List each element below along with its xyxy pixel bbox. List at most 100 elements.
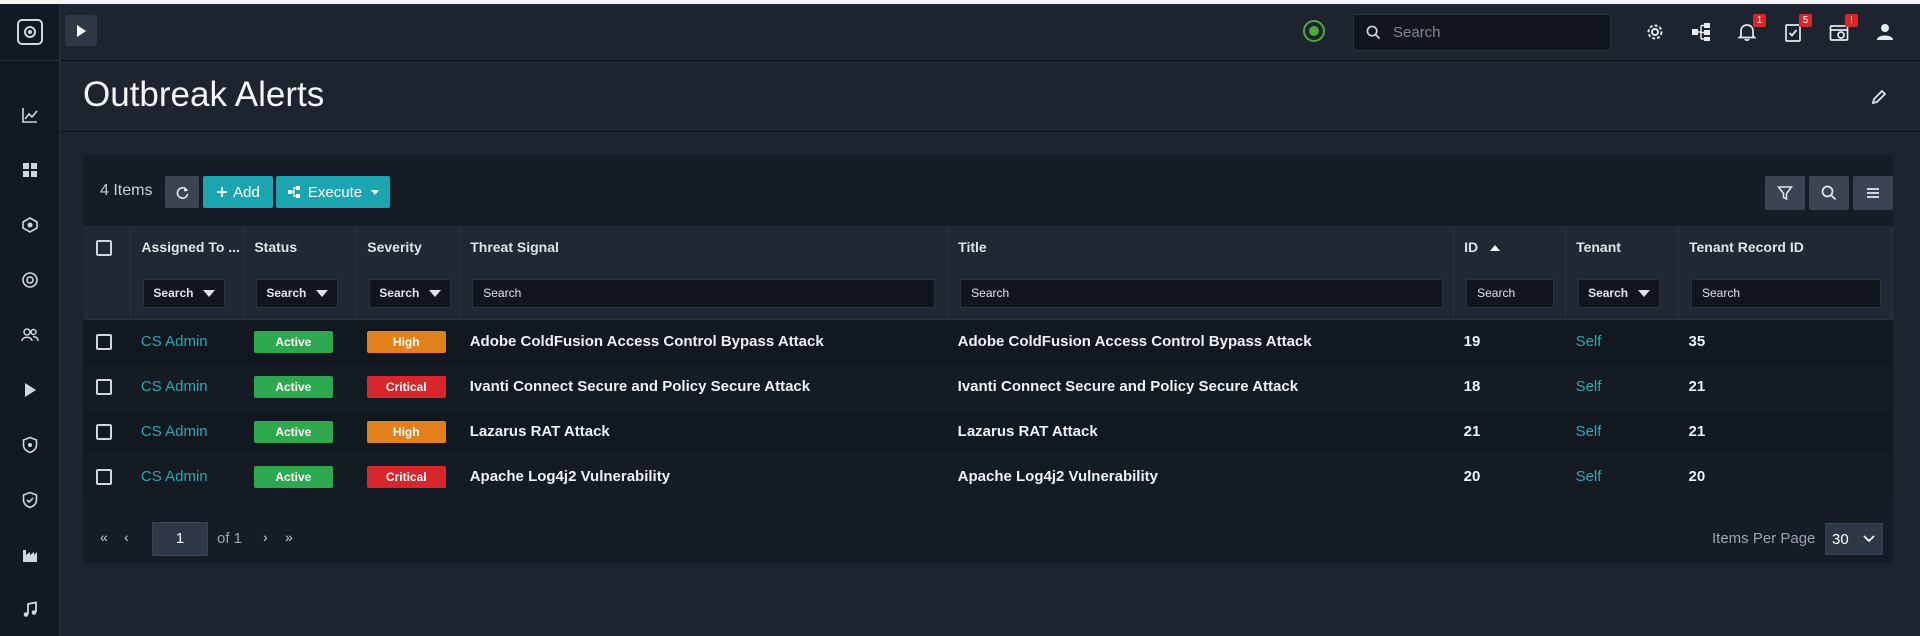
table-row[interactable]: CS Admin Active High Adobe ColdFusion Ac…	[83, 319, 1893, 365]
last-page-button[interactable]: »	[285, 529, 293, 545]
tenant-link[interactable]: Self	[1576, 468, 1602, 485]
severity-badge: Critical	[366, 375, 446, 398]
search-icon	[1821, 185, 1837, 201]
tenant-link[interactable]: Self	[1576, 423, 1602, 440]
filter-status-select[interactable]: Search	[256, 278, 339, 308]
assigned-to-link[interactable]: CS Admin	[141, 378, 208, 395]
sidebar-item-support[interactable]	[0, 252, 60, 307]
page-number-input[interactable]: 1	[152, 522, 208, 556]
tasks-button[interactable]: 5	[1780, 14, 1812, 45]
assigned-to-link[interactable]: CS Admin	[141, 333, 208, 350]
items-per-page-select[interactable]: 30	[1825, 523, 1883, 555]
pencil-icon	[1871, 89, 1887, 105]
chevron-down-icon	[1863, 535, 1875, 543]
columns-menu-button[interactable]	[1853, 176, 1893, 210]
items-per-page-label: Items Per Page	[1712, 530, 1816, 547]
cell-threat-signal: Ivanti Connect Secure and Policy Secure …	[459, 364, 948, 410]
filter-assigned-to-select[interactable]: Search	[143, 278, 226, 308]
filter-threat-signal-input[interactable]	[472, 278, 936, 308]
filter-tenant: Search	[1565, 268, 1679, 320]
cell-title: Apache Log4j2 Vulnerability	[947, 454, 1454, 500]
cell-id: 20	[1453, 454, 1566, 500]
sidebar-item-analytics[interactable]	[0, 87, 60, 142]
column-header-status[interactable]: Status	[243, 226, 358, 268]
plus-icon	[217, 187, 228, 197]
tenant-link[interactable]: Self	[1576, 333, 1602, 350]
column-header-severity[interactable]: Severity	[356, 226, 461, 268]
filter-tenant-select[interactable]: Search	[1578, 278, 1661, 308]
row-checkbox[interactable]	[96, 424, 112, 441]
cell-tenant: Self	[1565, 409, 1679, 455]
cell-status: Active	[243, 364, 357, 410]
connection-status-icon[interactable]	[1303, 20, 1325, 42]
refresh-button[interactable]	[165, 176, 199, 208]
sidebar-item-assets[interactable]	[0, 527, 60, 582]
sidebar-item-playbooks[interactable]	[0, 362, 60, 417]
user-icon	[1877, 24, 1893, 40]
row-checkbox[interactable]	[96, 334, 112, 351]
column-header-tenant[interactable]: Tenant	[1565, 226, 1679, 268]
filter-severity-select[interactable]: Search	[369, 278, 452, 308]
sidebar-toggle-button[interactable]	[65, 15, 97, 46]
system-settings-button[interactable]: !	[1826, 14, 1858, 45]
edit-page-button[interactable]	[1868, 86, 1890, 108]
add-button[interactable]: Add	[203, 176, 273, 208]
column-header-title[interactable]: Title	[947, 226, 1455, 268]
column-header-id[interactable]: ID	[1453, 226, 1567, 268]
cell-title: Lazarus RAT Attack	[947, 409, 1454, 455]
sidebar-item-threat-intel[interactable]	[0, 472, 60, 527]
cell-threat-signal: Apache Log4j2 Vulnerability	[459, 454, 948, 500]
sidebar-item-dashboard[interactable]	[0, 142, 60, 197]
table-row[interactable]: CS Admin Active Critical Apache Log4j2 V…	[83, 454, 1893, 500]
cell-tenant-record-id: 21	[1678, 364, 1893, 410]
prev-page-button[interactable]: ‹	[124, 529, 129, 545]
column-header-tenant-record-id[interactable]: Tenant Record ID	[1678, 226, 1894, 268]
cell-tenant: Self	[1565, 454, 1679, 500]
first-page-button[interactable]: «	[100, 529, 108, 545]
app-logo[interactable]	[0, 4, 60, 61]
row-checkbox[interactable]	[96, 379, 112, 396]
sidebar-item-media[interactable]	[0, 582, 60, 636]
column-header-assigned-to[interactable]: Assigned To ...	[130, 226, 245, 268]
row-checkbox[interactable]	[96, 469, 112, 486]
filter-id	[1453, 268, 1567, 320]
row-select-cell	[83, 409, 131, 455]
execute-button[interactable]: Execute	[276, 176, 390, 208]
cell-assigned-to: CS Admin	[130, 454, 244, 500]
dashboard-grid-icon	[23, 162, 37, 177]
cell-id: 21	[1453, 409, 1566, 455]
row-select-cell	[83, 454, 131, 500]
global-search-input[interactable]	[1393, 24, 1593, 41]
assigned-to-link[interactable]: CS Admin	[141, 423, 208, 440]
sidebar-item-incidents[interactable]	[0, 197, 60, 252]
hierarchy-button[interactable]	[1688, 19, 1714, 45]
table-body: CS Admin Active High Adobe ColdFusion Ac…	[83, 319, 1893, 500]
cell-threat-signal: Lazarus RAT Attack	[459, 409, 948, 455]
notifications-button[interactable]: 1	[1734, 14, 1766, 45]
filter-id-input[interactable]	[1466, 278, 1555, 308]
cell-id: 18	[1453, 364, 1566, 410]
assigned-to-link[interactable]: CS Admin	[141, 468, 208, 485]
settings-button[interactable]	[1642, 19, 1668, 45]
column-header-threat-signal[interactable]: Threat Signal	[459, 226, 949, 268]
tenant-link[interactable]: Self	[1576, 378, 1602, 395]
global-search[interactable]	[1353, 14, 1611, 51]
row-select-cell	[83, 364, 131, 410]
refresh-icon	[176, 186, 188, 199]
filter-title-input[interactable]	[960, 278, 1444, 308]
item-count: 4 Items	[100, 182, 153, 199]
select-all-checkbox[interactable]	[96, 239, 112, 256]
cell-assigned-to: CS Admin	[130, 409, 244, 455]
filter-status: Search	[243, 268, 358, 320]
sidebar-item-users[interactable]	[0, 307, 60, 362]
filter-tenant-record-id-input[interactable]	[1690, 278, 1881, 308]
cell-status: Active	[243, 409, 357, 455]
sidebar-item-security[interactable]	[0, 417, 60, 472]
table-row[interactable]: CS Admin Active High Lazarus RAT Attack …	[83, 409, 1893, 455]
grid-search-button[interactable]	[1809, 176, 1849, 210]
next-page-button[interactable]: ›	[263, 529, 268, 545]
filter-button[interactable]	[1765, 176, 1805, 210]
table-row[interactable]: CS Admin Active Critical Ivanti Connect …	[83, 364, 1893, 410]
severity-badge: High	[366, 330, 446, 353]
user-menu-button[interactable]	[1872, 19, 1898, 45]
